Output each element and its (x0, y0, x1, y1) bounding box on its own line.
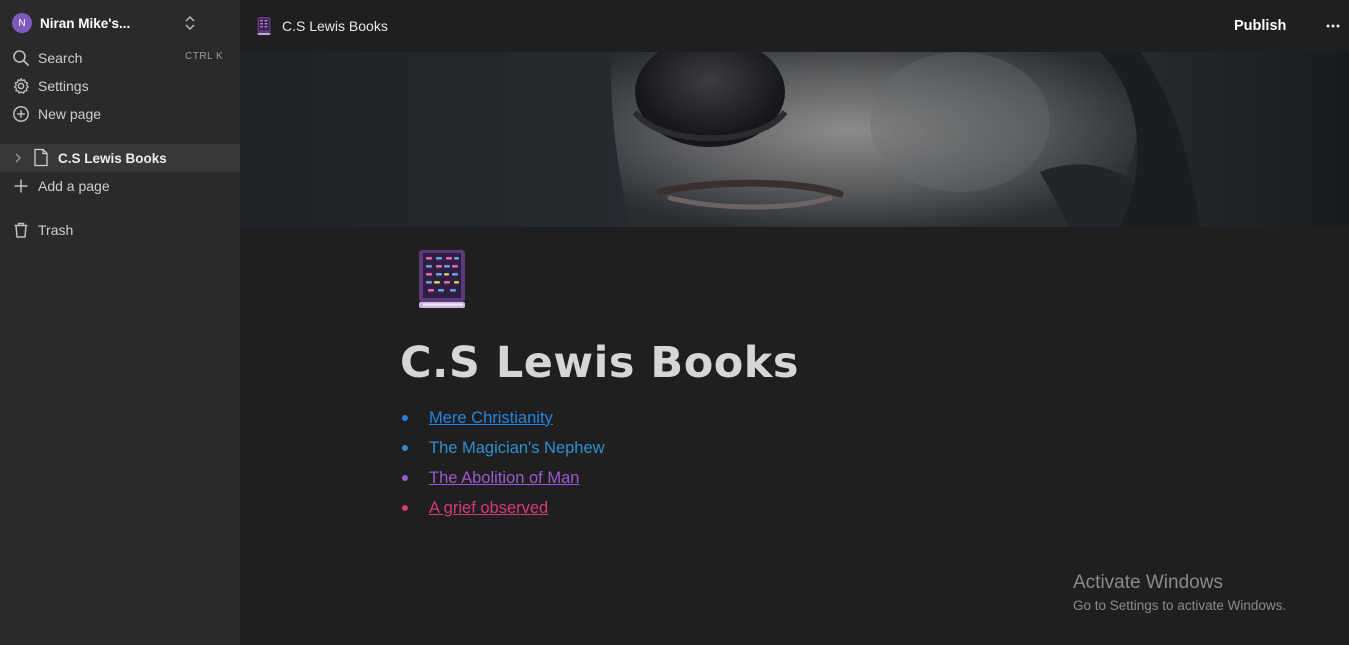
topbar-page-title: C.S Lewis Books (282, 18, 388, 34)
search-icon (13, 50, 29, 66)
page-title[interactable]: C.S Lewis Books (400, 338, 799, 388)
sidebar-item-label: Trash (38, 222, 74, 238)
sidebar-item-label: Settings (38, 78, 89, 94)
workspace-name: Niran Mike's... (40, 15, 131, 31)
sidebar-item-label: Search (38, 50, 83, 66)
sidebar-item-label: Add a page (38, 178, 110, 194)
portrait-cover-art (240, 52, 1349, 227)
book-link-the-abolition-of-man[interactable]: The Abolition of Man (429, 469, 579, 487)
document-icon (34, 148, 48, 167)
sidebar-page-label: C.S Lewis Books (58, 151, 167, 166)
sidebar-item-settings[interactable]: Settings (0, 72, 240, 100)
book-link-a-grief-observed[interactable]: A grief observed (429, 499, 548, 517)
activate-windows-title: Activate Windows (1073, 572, 1223, 593)
sidebar-item-trash[interactable]: Trash (0, 216, 240, 244)
more-options-icon[interactable] (1322, 16, 1344, 36)
bullet-dot (402, 475, 408, 481)
list-item: The Abolition of Man (400, 466, 605, 496)
sidebar-item-search[interactable]: Search CTRL K (0, 44, 240, 72)
chevron-up-down-icon[interactable] (184, 14, 196, 32)
trash-icon (14, 222, 28, 238)
topbar: C.S Lewis Books Publish (240, 0, 1349, 52)
list-item: The Magician's Nephew (400, 436, 605, 466)
workspace-switcher[interactable]: N Niran Mike's... (12, 12, 195, 34)
sidebar-page-cs-lewis-books[interactable]: C.S Lewis Books (0, 144, 240, 172)
workspace-avatar: N (12, 13, 32, 33)
sidebar: N Niran Mike's... Search CTRL K Settings… (0, 0, 240, 645)
plus-circle-icon (13, 106, 29, 122)
book-emoji-icon[interactable] (416, 248, 468, 310)
chevron-right-icon[interactable] (13, 152, 23, 164)
shortcut-hint: CTRL K (185, 51, 224, 62)
plus-icon (14, 179, 28, 193)
sidebar-item-new-page[interactable]: New page (0, 100, 240, 128)
sidebar-item-label: New page (38, 106, 102, 122)
list-item: A grief observed (400, 496, 605, 526)
publish-button[interactable]: Publish (1234, 14, 1286, 38)
book-icon (257, 17, 271, 35)
sidebar-item-add-page[interactable]: Add a page (0, 172, 240, 200)
activate-windows-subtitle: Go to Settings to activate Windows. (1073, 598, 1287, 613)
book-link-mere-christianity[interactable]: Mere Christianity (429, 409, 553, 427)
book-list: Mere Christianity The Magician's Nephew … (400, 406, 605, 526)
cover-image[interactable] (240, 52, 1349, 227)
book-link-the-magicians-nephew[interactable]: The Magician's Nephew (429, 439, 605, 457)
bullet-dot (402, 445, 408, 451)
list-item: Mere Christianity (400, 406, 605, 436)
bullet-dot (402, 505, 408, 511)
gear-icon (13, 77, 29, 94)
bullet-dot (402, 415, 408, 421)
